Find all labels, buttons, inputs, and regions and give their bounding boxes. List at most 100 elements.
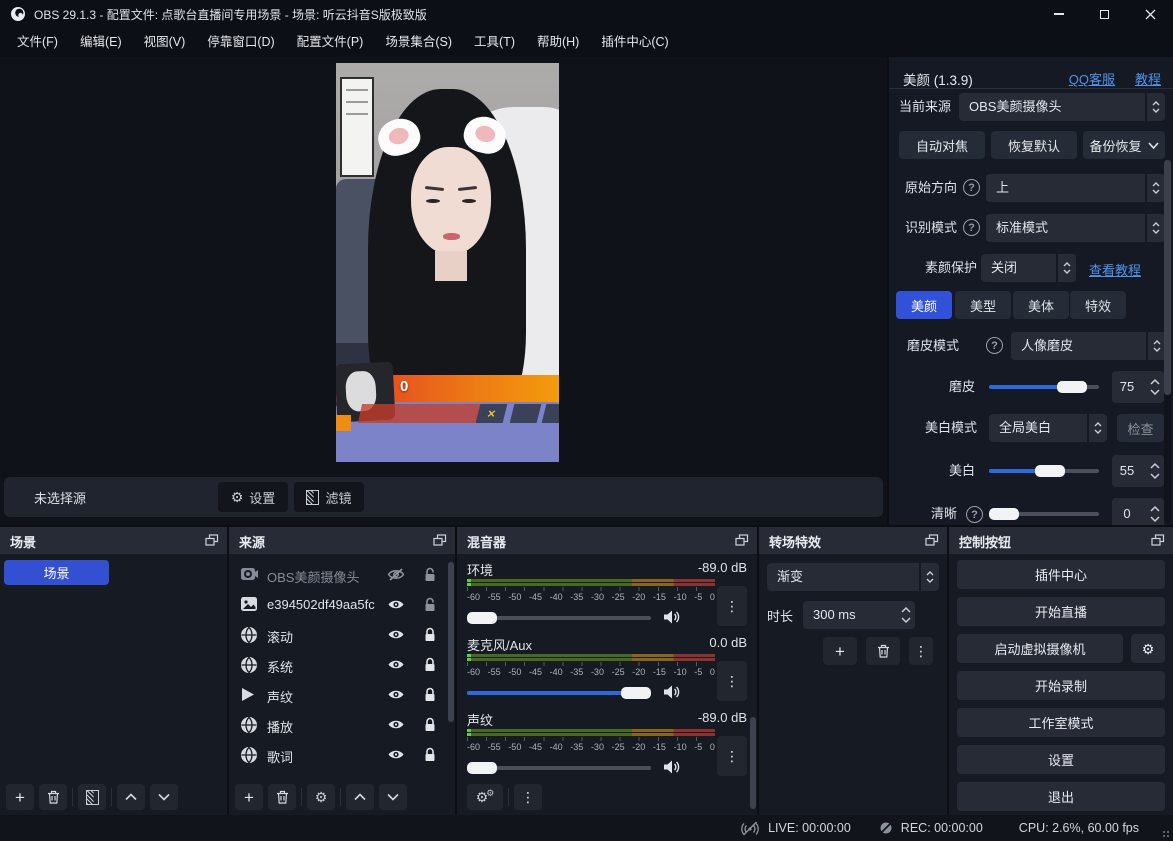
menu-file[interactable]: 文件(F) [6,28,69,57]
source-properties-toolbar-button[interactable]: ⚙ [307,784,335,810]
mixer-scrollbar[interactable] [750,717,756,809]
move-source-down-button[interactable] [379,784,407,810]
sources-dock-header[interactable]: 来源 [229,527,455,554]
menu-profile[interactable]: 配置文件(P) [286,28,375,57]
channel-menu-button[interactable]: ⋮ [717,661,747,701]
remove-scene-button[interactable] [39,784,67,810]
spinner-arrows-icon[interactable] [1146,332,1166,360]
menu-edit[interactable]: 编辑(E) [69,28,133,57]
scene-filters-button[interactable] [78,784,106,810]
speaker-icon[interactable] [664,685,681,699]
add-source-button[interactable]: + [235,784,263,810]
spinner-arrows-icon[interactable] [1145,174,1165,202]
lock-closed-icon[interactable] [423,717,437,732]
start-recording-button[interactable]: 开始录制 [957,671,1165,700]
help-icon[interactable]: ? [963,179,980,196]
tutorial-link[interactable]: 教程 [1135,69,1161,88]
source-row[interactable]: 系统 [229,650,455,680]
lock-closed-icon[interactable] [423,627,437,642]
start-streaming-button[interactable]: 开始直播 [957,597,1165,626]
source-properties-button[interactable]: ⚙ 设置 [218,482,288,512]
eye-icon[interactable] [387,718,405,731]
restore-default-button[interactable]: 恢复默认 [991,131,1077,159]
smooth-value-spinbox[interactable]: 75 [1112,371,1164,403]
add-scene-button[interactable]: + [6,784,34,810]
spinner-arrows-icon[interactable] [1145,93,1165,121]
menu-help[interactable]: 帮助(H) [526,28,590,57]
tab-reshape[interactable]: 美型 [955,291,1011,319]
eye-icon[interactable] [387,628,405,641]
whiten-value-spinbox[interactable]: 55 [1112,455,1164,487]
check-button[interactable]: 检查 [1117,414,1164,442]
whiten-slider[interactable] [989,469,1099,473]
start-virtual-camera-button[interactable]: 启动虚拟摄像机 [957,634,1123,663]
spinner-arrows-icon[interactable] [919,563,939,591]
tab-beauty[interactable]: 美颜 [896,291,952,319]
advanced-audio-button[interactable]: ⚙⚙ [467,784,503,810]
remove-transition-button[interactable] [866,637,900,665]
qq-support-link[interactable]: QQ客服 [1069,69,1115,88]
menu-plugin-center[interactable]: 插件中心(C) [590,28,679,57]
menu-view[interactable]: 视图(V) [133,28,197,57]
lock-closed-icon[interactable] [423,747,437,762]
lock-closed-icon[interactable] [423,657,437,672]
popout-icon[interactable] [433,534,447,546]
maximize-button[interactable] [1082,0,1127,28]
channel-menu-button[interactable]: ⋮ [717,736,747,776]
source-row[interactable]: 播放 [229,710,455,740]
duration-spinbox[interactable]: 300 ms [803,601,915,629]
exit-button[interactable]: 退出 [957,782,1165,811]
eye-slash-icon[interactable] [387,568,405,581]
settings-button[interactable]: 设置 [957,745,1165,774]
scrollbar-thumb[interactable] [1164,160,1171,395]
popout-icon[interactable] [205,534,219,546]
spinner-arrows-icon[interactable] [901,601,911,629]
tab-body[interactable]: 美体 [1013,291,1069,319]
source-row[interactable]: 声纹 [229,680,455,710]
move-source-up-button[interactable] [346,784,374,810]
transition-dropdown[interactable]: 渐变 [767,563,939,591]
volume-slider[interactable] [467,766,651,770]
help-icon[interactable]: ? [963,219,980,236]
spinner-arrows-icon[interactable] [1145,214,1165,242]
slider-handle[interactable] [1035,465,1065,477]
spinner-arrows-icon[interactable] [1087,414,1107,442]
volume-slider[interactable] [467,691,651,695]
menu-docks[interactable]: 停靠窗口(D) [196,28,285,57]
help-icon[interactable]: ? [986,337,1003,354]
lock-open-icon[interactable] [423,597,437,612]
source-row[interactable]: 歌词 [229,740,455,770]
transitions-dock-header[interactable]: 转场特效 [759,527,947,554]
help-icon[interactable]: ? [966,506,983,523]
popout-icon[interactable] [735,534,749,546]
spinner-arrows-icon[interactable] [1056,254,1076,282]
resize-grip-icon[interactable] [1161,829,1170,838]
remove-source-button[interactable] [268,784,296,810]
smooth-slider[interactable] [989,385,1099,389]
move-scene-down-button[interactable] [150,784,178,810]
makeup-protect-dropdown[interactable]: 关闭 [981,254,1076,282]
source-row[interactable]: OBS美颜摄像头 [229,560,455,590]
clarity-slider[interactable] [989,512,1099,516]
scenes-dock-header[interactable]: 场景 [0,527,227,554]
view-tutorial-link[interactable]: 查看教程 [1089,260,1141,279]
scene-item-selected[interactable]: 场景 [4,560,109,585]
close-button[interactable] [1128,0,1173,28]
transition-menu-button[interactable]: ⋮ [909,637,933,665]
add-transition-button[interactable]: + [823,637,857,665]
speaker-icon[interactable] [664,760,681,774]
recognition-dropdown[interactable]: 标准模式 [986,214,1165,242]
source-row[interactable]: e394502df49aa5fc [229,590,455,620]
eye-icon[interactable] [387,748,405,761]
tab-effects[interactable]: 特效 [1070,291,1126,319]
virtual-camera-settings-button[interactable]: ⚙ [1131,634,1165,663]
studio-mode-button[interactable]: 工作室模式 [957,708,1165,737]
slider-handle[interactable] [467,612,497,624]
spinner-arrows-icon[interactable] [1150,371,1160,403]
clarity-value-spinbox[interactable]: 0 [1112,498,1164,525]
source-filters-button[interactable]: 滤镜 [294,482,364,512]
spinner-arrows-icon[interactable] [1150,498,1160,525]
beauty-scrollbar[interactable] [1164,160,1171,523]
move-scene-up-button[interactable] [117,784,145,810]
spinner-arrows-icon[interactable] [1150,455,1160,487]
